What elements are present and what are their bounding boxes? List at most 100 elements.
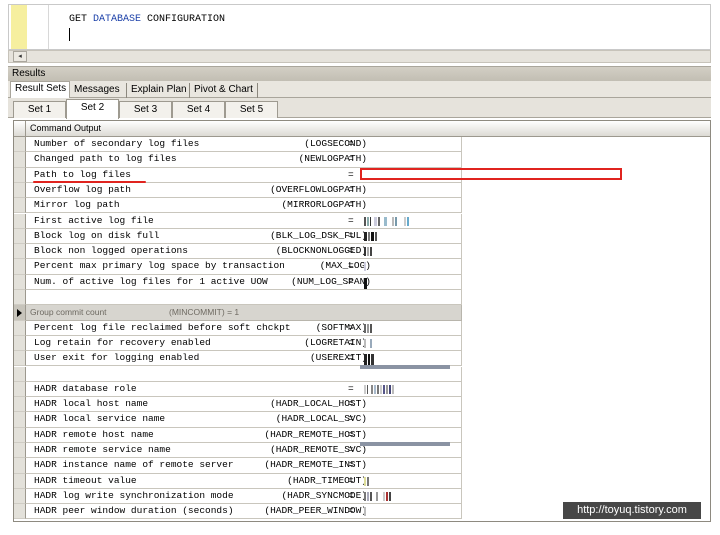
- table-row[interactable]: Percent max primary log space by transac…: [14, 259, 710, 275]
- table-row[interactable]: HADR instance name of remote server (HAD…: [14, 458, 710, 474]
- row-indicator[interactable]: [14, 137, 26, 153]
- sql-statement[interactable]: GET DATABASE CONFIGURATION: [69, 14, 225, 25]
- row-indicator[interactable]: [14, 488, 26, 505]
- table-cell[interactable]: Log retain for recovery enabled (LOGRETA…: [26, 335, 462, 352]
- table-row[interactable]: Mirror log path (MIRRORLOGPATH) =: [14, 198, 710, 214]
- table-row[interactable]: HADR local host name (HADR_LOCAL_HOST) =: [14, 397, 710, 413]
- separator-line: [360, 442, 450, 446]
- row-indicator[interactable]: [14, 167, 26, 183]
- table-cell[interactable]: HADR database role =: [26, 381, 462, 398]
- row-indicator[interactable]: [14, 290, 26, 306]
- table-cell[interactable]: Changed path to log files (NEWLOGPATH) =: [26, 152, 462, 168]
- grid-right-border: [710, 121, 711, 521]
- row-indicator[interactable]: [14, 412, 26, 428]
- row-indicator[interactable]: [14, 213, 26, 229]
- set-tabs: Set 1 Set 2 Set 3 Set 4 Set 5: [8, 98, 711, 119]
- redacted-value: [364, 384, 395, 394]
- row-indicator[interactable]: [14, 274, 26, 290]
- row-indicator[interactable]: [14, 152, 26, 168]
- tab-explain-plan[interactable]: Explain Plan: [127, 83, 190, 98]
- text-caret: [69, 28, 70, 41]
- table-cell[interactable]: HADR timeout value (HADR_TIMEOUT) =: [26, 473, 462, 489]
- table-row[interactable]: Changed path to log files (NEWLOGPATH) =: [14, 152, 710, 168]
- tab-pivot-chart[interactable]: Pivot & Chart: [190, 83, 258, 98]
- redacted-value: [364, 354, 375, 366]
- row-indicator[interactable]: [14, 335, 26, 352]
- tab-set-2[interactable]: Set 2: [66, 99, 119, 119]
- row-indicator[interactable]: [14, 351, 26, 367]
- tab-messages[interactable]: Messages: [70, 83, 127, 98]
- row-indicator[interactable]: [14, 320, 26, 336]
- table-row[interactable]: Num. of active log files for 1 active UO…: [14, 274, 710, 290]
- tab-set-1[interactable]: Set 1: [13, 101, 66, 118]
- editor-horizontal-scrollbar[interactable]: ◂: [8, 50, 711, 63]
- table-row[interactable]: Block non logged operations (BLOCKNONLOG…: [14, 244, 710, 260]
- table-row[interactable]: Block log on disk full (BLK_LOG_DSK_FUL)…: [14, 228, 710, 245]
- redacted-value: [364, 507, 367, 517]
- table-cell[interactable]: Mirror log path (MIRRORLOGPATH) =: [26, 198, 462, 214]
- redacted-value: [364, 216, 410, 226]
- table-row[interactable]: Overflow log path (OVERFLOWLOGPATH) =: [14, 182, 710, 199]
- table-cell[interactable]: Number of secondary log files (LOGSECOND…: [26, 137, 462, 153]
- redacted-value: [364, 476, 370, 486]
- redacted-value: [364, 491, 392, 501]
- highlight-box: [360, 168, 622, 180]
- table-cell[interactable]: HADR remote host name (HADR_REMOTE_HOST)…: [26, 427, 462, 443]
- table-cell[interactable]: Block log on disk full (BLK_LOG_DSK_FUL)…: [26, 228, 462, 245]
- row-indicator[interactable]: [14, 427, 26, 443]
- redacted-value: [364, 231, 378, 241]
- table-row[interactable]: Percent log file reclaimed before soft c…: [14, 320, 710, 336]
- row-indicator[interactable]: [14, 397, 26, 413]
- table-row[interactable]: HADR timeout value (HADR_TIMEOUT) =: [14, 473, 710, 489]
- row-indicator[interactable]: [14, 244, 26, 260]
- table-row[interactable]: HADR database role =: [14, 381, 710, 398]
- sql-editor[interactable]: GET DATABASE CONFIGURATION: [8, 4, 711, 50]
- table-row[interactable]: Log retain for recovery enabled (LOGRETA…: [14, 335, 710, 352]
- table-row[interactable]: First active log file =: [14, 213, 710, 229]
- group-row[interactable]: Group commit count (MINCOMMIT) = 1: [14, 305, 710, 321]
- grid-corner: [14, 121, 26, 136]
- row-indicator[interactable]: [14, 443, 26, 459]
- row-indicator[interactable]: [14, 228, 26, 245]
- editor-gutter: [27, 5, 49, 49]
- table-row[interactable]: HADR remote host name (HADR_REMOTE_HOST)…: [14, 427, 710, 443]
- current-row-arrow-icon: [17, 309, 22, 318]
- row-indicator[interactable]: [14, 473, 26, 489]
- row-indicator[interactable]: [14, 182, 26, 199]
- table-cell[interactable]: Group commit count (MINCOMMIT) = 1: [26, 305, 462, 321]
- table-cell[interactable]: Block non logged operations (BLOCKNONLOG…: [26, 244, 462, 260]
- scroll-left-icon[interactable]: ◂: [13, 51, 27, 62]
- table-cell[interactable]: [26, 290, 462, 306]
- table-row[interactable]: Number of secondary log files (LOGSECOND…: [14, 137, 710, 153]
- tab-result-sets[interactable]: Result Sets: [10, 81, 70, 98]
- separator-line: [360, 365, 450, 369]
- row-indicator[interactable]: [14, 381, 26, 398]
- redacted-value: [364, 323, 373, 333]
- table-cell[interactable]: Overflow log path (OVERFLOWLOGPATH) =: [26, 182, 462, 199]
- editor-gutter-marker: [11, 5, 27, 49]
- table-cell[interactable]: HADR instance name of remote server (HAD…: [26, 458, 462, 474]
- redacted-value: [364, 277, 368, 289]
- row-indicator[interactable]: [14, 366, 26, 382]
- table-cell[interactable]: HADR log write synchronization mode (HAD…: [26, 488, 462, 505]
- table-cell[interactable]: Percent max primary log space by transac…: [26, 259, 462, 275]
- row-indicator[interactable]: [14, 504, 26, 520]
- results-panel-title: Results: [8, 66, 711, 81]
- tab-set-4[interactable]: Set 4: [172, 101, 225, 118]
- row-indicator[interactable]: [14, 198, 26, 214]
- tab-set-3[interactable]: Set 3: [119, 101, 172, 118]
- table-row[interactable]: HADR local service name (HADR_LOCAL_SVC)…: [14, 412, 710, 428]
- table-cell[interactable]: Num. of active log files for 1 active UO…: [26, 274, 462, 290]
- tab-set-5[interactable]: Set 5: [225, 101, 278, 118]
- column-header-command-output[interactable]: Command Output: [30, 123, 101, 133]
- table-cell[interactable]: HADR local host name (HADR_LOCAL_HOST) =: [26, 397, 462, 413]
- table-row[interactable]: [14, 290, 710, 306]
- table-cell[interactable]: Percent log file reclaimed before soft c…: [26, 320, 462, 336]
- table-cell[interactable]: HADR peer window duration (seconds) (HAD…: [26, 504, 462, 520]
- grid-header: Command Output: [14, 121, 710, 137]
- row-indicator[interactable]: [14, 458, 26, 474]
- row-indicator[interactable]: [14, 305, 26, 321]
- redacted-value: [364, 262, 367, 272]
- row-indicator[interactable]: [14, 259, 26, 275]
- table-cell[interactable]: HADR local service name (HADR_LOCAL_SVC)…: [26, 412, 462, 428]
